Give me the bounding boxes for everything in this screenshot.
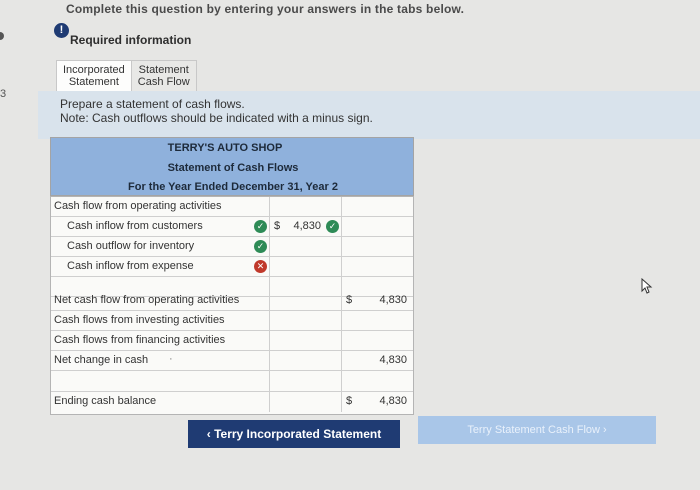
table-row	[51, 371, 413, 392]
total-input[interactable]	[341, 331, 413, 351]
total-input[interactable]	[341, 217, 413, 237]
table-row: Cash flows from financing activities	[51, 331, 413, 351]
table-row: Cash flows from investing activities	[51, 311, 413, 331]
instruction-text: Complete this question by entering your …	[66, 2, 465, 16]
company-name: TERRY'S AUTO SHOP	[167, 142, 283, 154]
amount-input[interactable]	[269, 291, 341, 311]
total-input[interactable]	[341, 311, 413, 331]
check-icon: ✓	[254, 240, 267, 253]
row-label: Net cash flow from operating activities	[54, 294, 240, 306]
amount-input[interactable]: $ 4,830 ✓	[269, 217, 341, 237]
row-label[interactable]: Cash inflow from customers	[67, 220, 203, 232]
alert-icon: !	[54, 23, 69, 38]
prev-tab-button[interactable]: ‹ Terry Incorporated Statement	[188, 420, 400, 448]
row-label: Cash flow from operating activities	[54, 200, 222, 212]
tab-incorporated-statement[interactable]: Incorporated Statement	[56, 60, 132, 92]
table-row: Net change in cash · 4,830	[51, 351, 413, 371]
amount-input[interactable]	[269, 351, 341, 371]
tab-bar: Incorporated Statement Statement Cash Fl…	[56, 60, 197, 92]
row-label[interactable]: Cash outflow for inventory	[67, 240, 194, 252]
table-row: Cash inflow from customers ✓ $ 4,830 ✓	[51, 217, 413, 237]
row-label[interactable]: Cash inflow from expense	[67, 260, 194, 272]
left-edge-marker	[0, 32, 4, 40]
prompt-text: Prepare a statement of cash flows.	[60, 97, 245, 111]
row-label: Ending cash balance	[54, 395, 157, 407]
separator-dot: ·	[169, 353, 173, 365]
total-input[interactable]: 4,830	[341, 351, 413, 371]
next-tab-button[interactable]: Terry Statement Cash Flow ›	[418, 416, 656, 444]
amount-input[interactable]	[269, 392, 341, 412]
tab-statement-cash-flow[interactable]: Statement Cash Flow	[131, 60, 197, 92]
table-row: Ending cash balance $ 4,830	[51, 392, 413, 412]
cursor-icon	[641, 278, 653, 294]
statement-title: Statement of Cash Flows	[167, 162, 299, 174]
row-label: Cash flows from investing activities	[54, 314, 225, 326]
total-input[interactable]	[341, 237, 413, 257]
check-icon: ✓	[326, 220, 339, 233]
prompt-note: Note: Cash outflows should be indicated …	[60, 111, 373, 125]
total-input[interactable]: $ 4,830	[341, 291, 413, 311]
amount-input[interactable]	[269, 311, 341, 331]
table-row: Cash inflow from expense ✕	[51, 257, 413, 277]
total-input[interactable]	[341, 197, 413, 217]
check-icon: ✓	[254, 220, 267, 233]
statement-rows: Cash flow from operating activities Cash…	[50, 196, 414, 415]
statement-period: For the Year Ended December 31, Year 2	[128, 181, 338, 193]
question-number: 3	[0, 88, 7, 100]
amount-input[interactable]	[269, 257, 341, 277]
statement-header: TERRY'S AUTO SHOP Statement of Cash Flow…	[50, 137, 414, 196]
total-input[interactable]	[341, 371, 413, 391]
total-input[interactable]: $ 4,830	[341, 392, 413, 412]
row-label: Cash flows from financing activities	[54, 334, 226, 346]
table-row: Cash flow from operating activities	[51, 197, 413, 217]
required-info-label: Required information	[70, 33, 192, 47]
row-label: Net change in cash	[54, 354, 149, 366]
total-input[interactable]	[341, 257, 413, 277]
amount-input[interactable]	[269, 237, 341, 257]
table-row: Net cash flow from operating activities …	[51, 291, 413, 311]
amount-input[interactable]	[269, 371, 341, 391]
amount-input[interactable]	[269, 197, 341, 217]
close-icon: ✕	[254, 260, 267, 273]
amount-input[interactable]	[269, 331, 341, 351]
table-row: Cash outflow for inventory ✓	[51, 237, 413, 257]
